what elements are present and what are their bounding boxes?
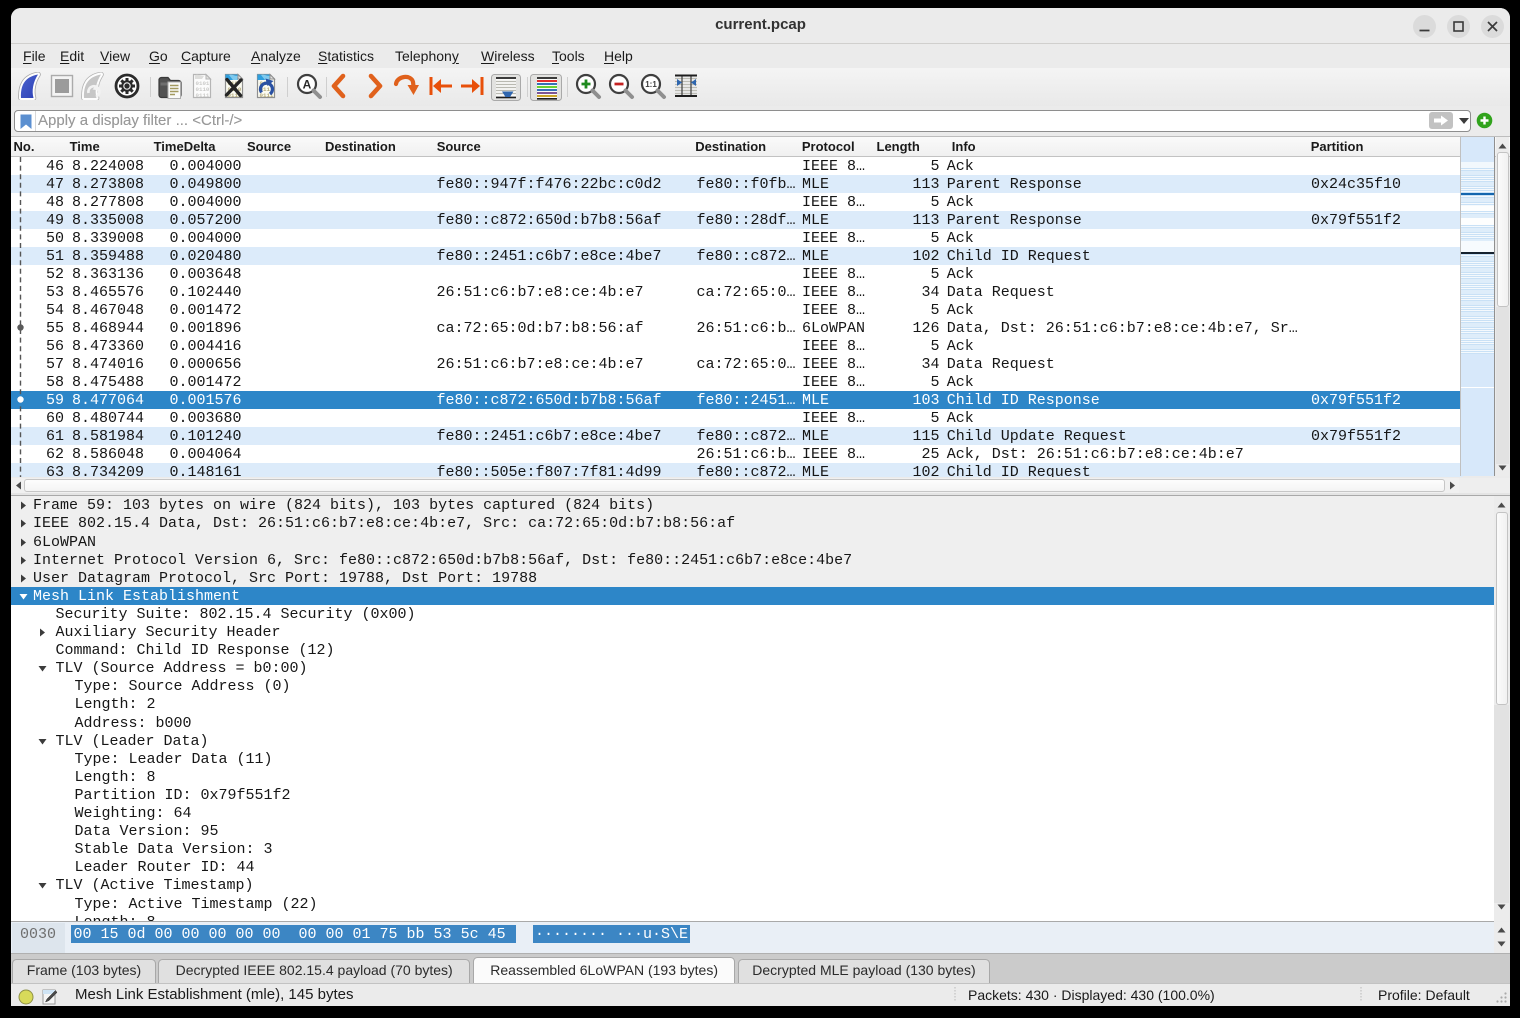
svg-text:0111: 0111 <box>196 92 210 99</box>
svg-text:1:1: 1:1 <box>645 80 657 89</box>
svg-text:A: A <box>303 78 312 92</box>
